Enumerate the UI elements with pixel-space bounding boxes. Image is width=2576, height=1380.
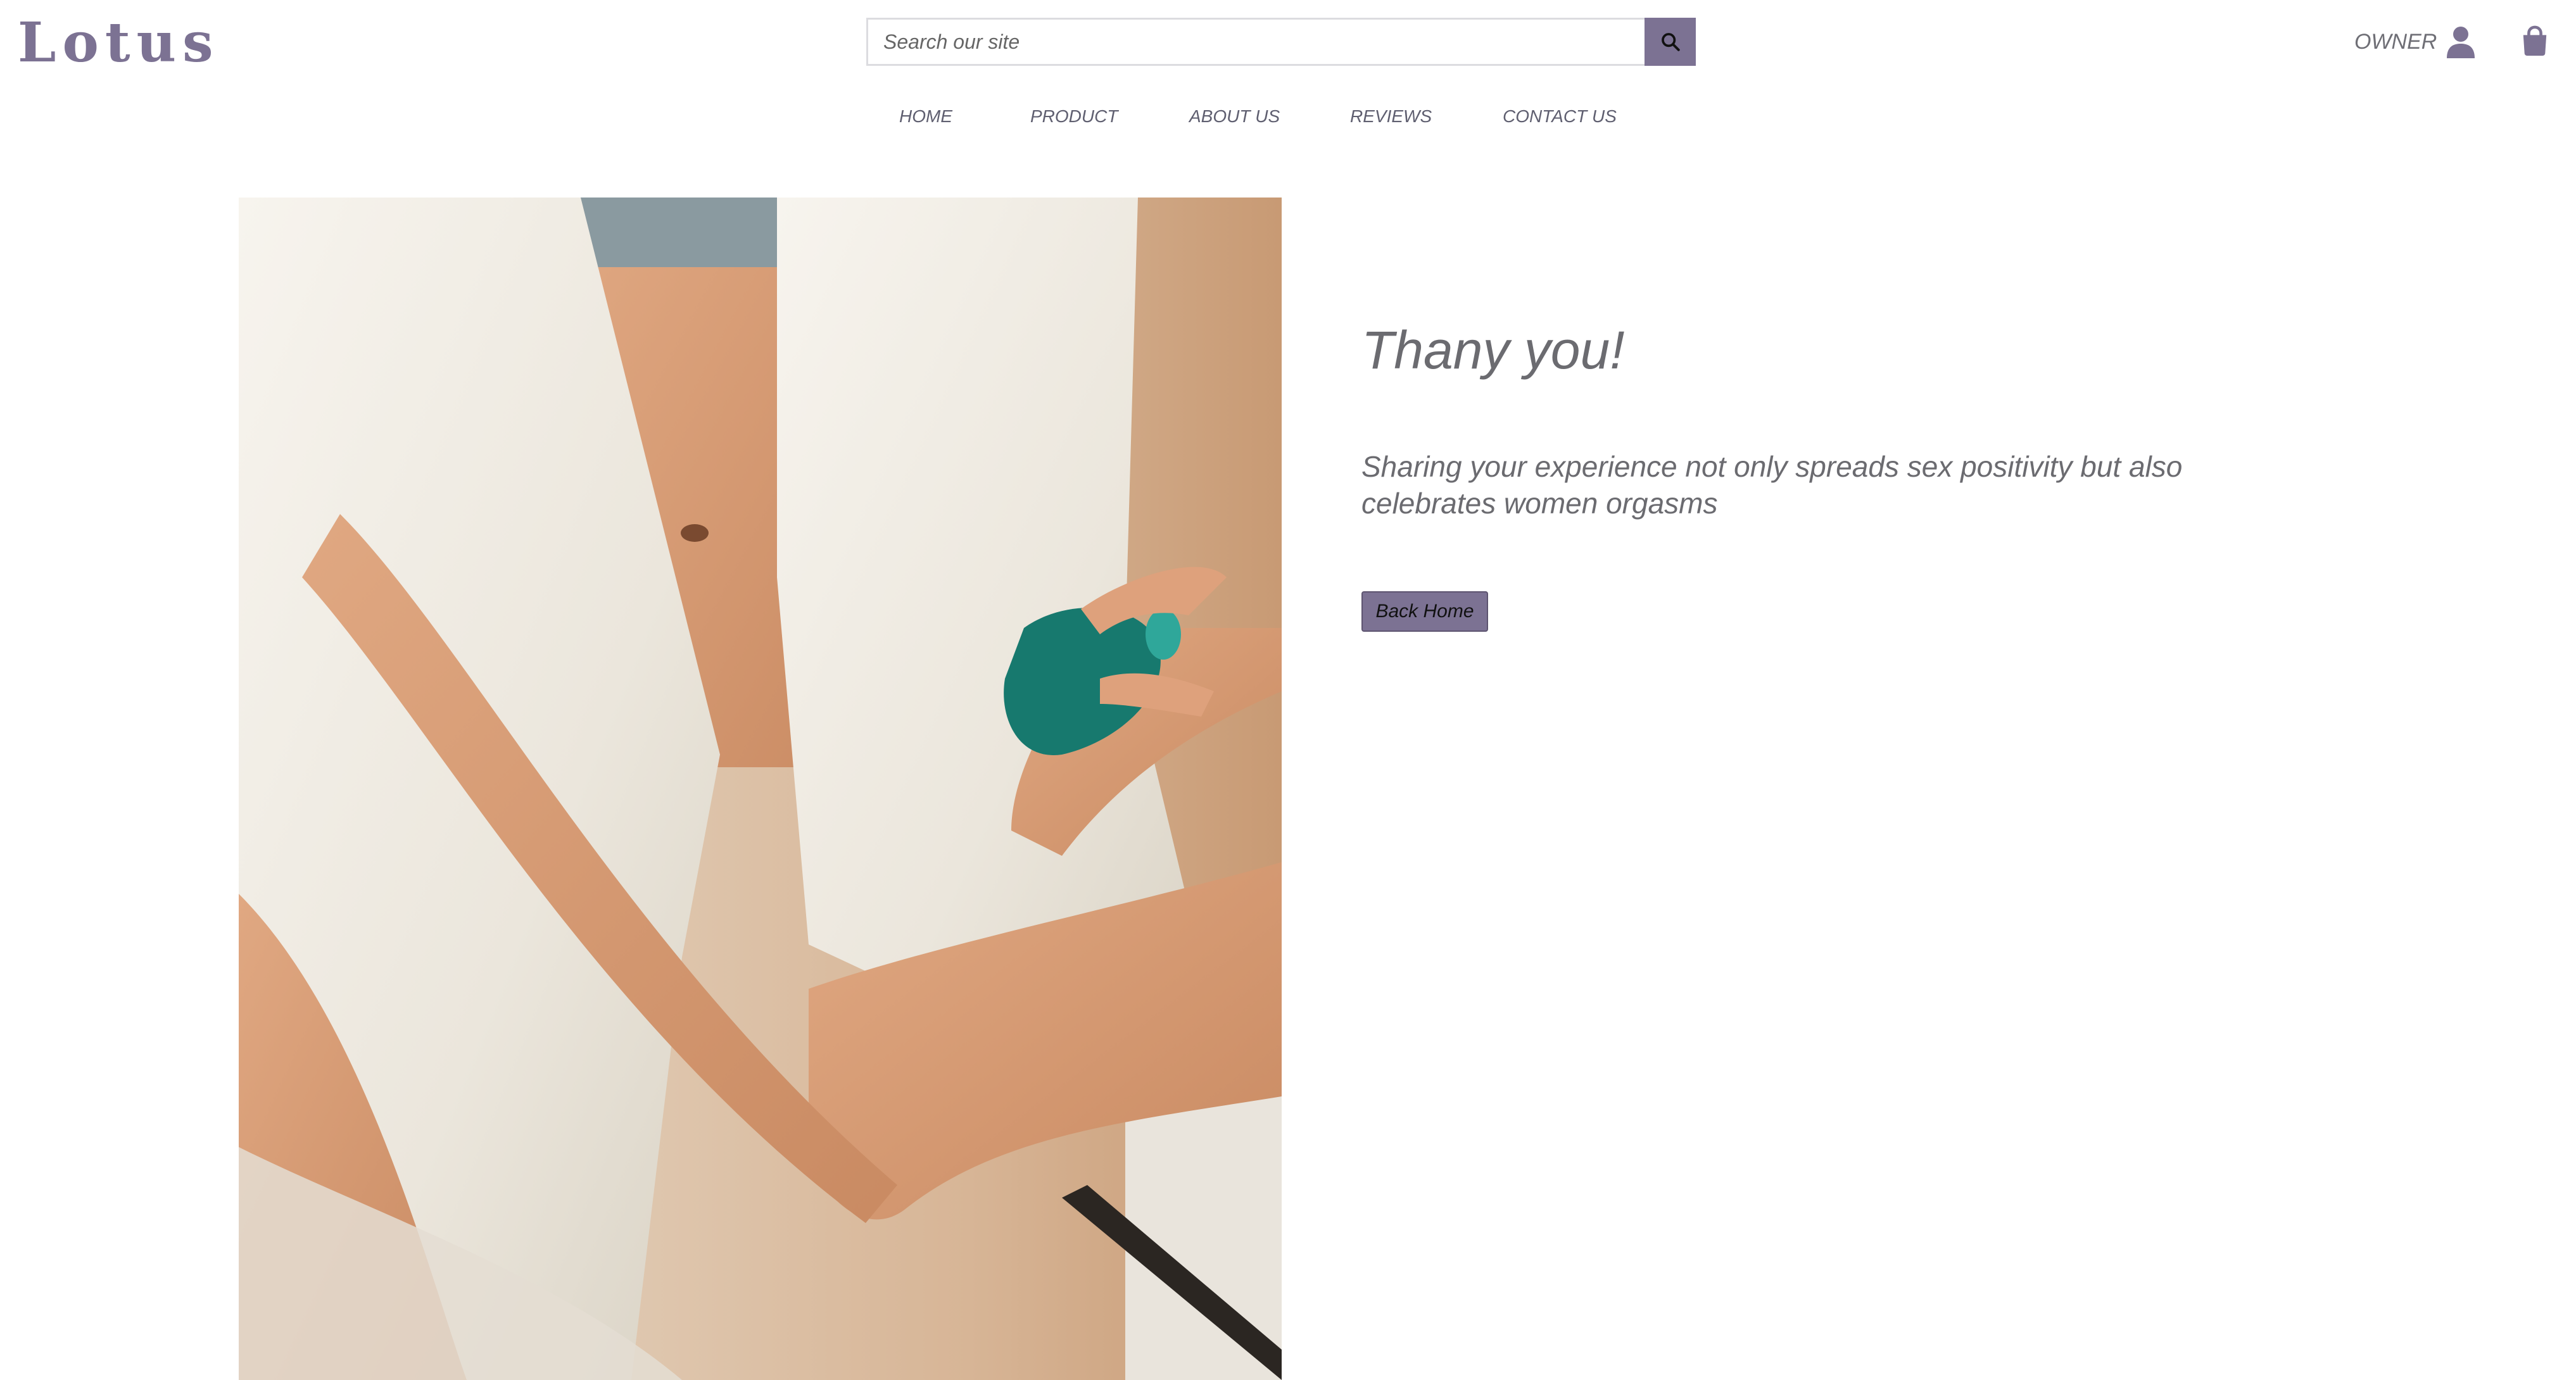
search-input[interactable] — [866, 18, 1645, 66]
search-button[interactable] — [1645, 18, 1696, 66]
nav-product[interactable]: PRODUCT — [1030, 104, 1118, 129]
thanks-message: Sharing your experience not only spreads… — [1361, 450, 2183, 520]
hero-image — [239, 198, 1282, 1380]
nav-about-us[interactable]: ABOUT US — [1189, 104, 1280, 129]
nav-home[interactable]: HOME — [899, 104, 952, 129]
search-form — [866, 18, 1696, 66]
page-title: Thany you! — [1361, 320, 1625, 380]
account-label[interactable]: OWNER — [2354, 28, 2437, 56]
nav-reviews[interactable]: REVIEWS — [1350, 104, 1432, 129]
search-icon — [1661, 33, 1680, 51]
site-logo[interactable]: Lotus — [18, 11, 220, 75]
shopping-bag-icon[interactable] — [2520, 25, 2549, 57]
nav-contact-us[interactable]: CONTACT US — [1503, 104, 1617, 129]
back-home-button[interactable]: Back Home — [1361, 591, 1488, 632]
user-icon[interactable] — [2446, 25, 2476, 58]
